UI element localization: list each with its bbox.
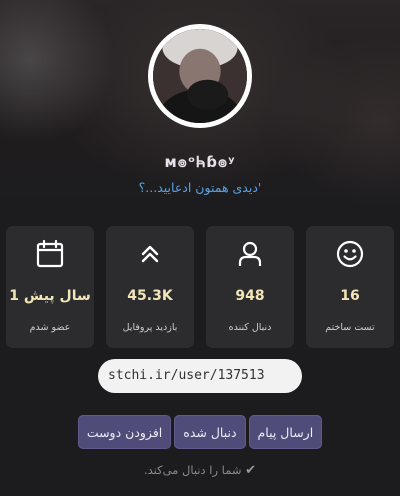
username: ᴍ๏ᵒᏂ̶ɓ๏ʸ [164,153,236,171]
stat-value: 1 سال پیش [9,288,91,304]
profile-actions: ارسال پیام دنبال شده افزودن دوست [0,415,400,449]
stat-value: 948 [235,288,265,304]
stat-member-since[interactable]: 1 سال پیش عضو شدم [6,226,94,348]
stat-value: 16 [340,288,360,304]
stat-label: دنبال کننده [228,322,272,333]
follows-you-status: ✔ شما را دنبال می‌کند. [0,463,400,478]
stat-label: عضو شدم [29,322,71,333]
double-chevron-up-icon [134,238,166,270]
stat-value: 45.3K [127,288,173,304]
followed-button[interactable]: دنبال شده [174,415,246,449]
user-icon [234,238,266,270]
stat-label: تست ساختم [325,322,375,333]
profile-bio: 'دیدی همتون ادعایید...؟ [138,180,262,195]
follow-status-text: شما را دنبال می‌کند. [143,463,242,477]
avatar-photo [153,29,247,123]
stats-row: 16 تست ساختم 948 دنبال کننده 45.3K بازدی… [6,226,394,348]
check-icon: ✔ [245,463,257,478]
profile-url-text: stchi.ir/user/137513 [108,368,265,383]
stat-tests-created[interactable]: 16 تست ساختم [306,226,394,348]
stat-profile-views[interactable]: 45.3K بازدید پروفایل [106,226,194,348]
calendar-icon [34,238,66,270]
avatar[interactable] [148,24,252,128]
stat-followers[interactable]: 948 دنبال کننده [206,226,294,348]
send-message-button[interactable]: ارسال پیام [248,415,323,449]
stat-label: بازدید پروفایل [122,322,178,333]
profile-url-field[interactable]: stchi.ir/user/137513 [98,359,302,393]
add-friend-button[interactable]: افزودن دوست [77,415,172,449]
smiley-icon [334,238,366,270]
